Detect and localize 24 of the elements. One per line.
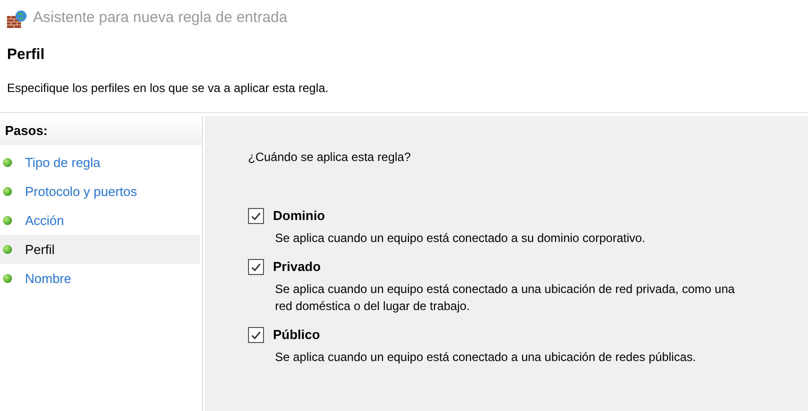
check-icon xyxy=(250,329,262,341)
step-item[interactable]: Nombre xyxy=(0,264,200,293)
status-dot-icon xyxy=(3,274,12,283)
profile-checkbox[interactable]: Dominio xyxy=(248,206,808,226)
step-item[interactable]: Acción xyxy=(0,206,200,235)
page-title: Perfil xyxy=(7,46,46,64)
page-subtitle: Especifique los perfiles en los que se va a aplicar esta regla. xyxy=(7,80,330,97)
window-title: Asistente para nueva regla de entrada xyxy=(33,8,288,28)
profile-description: Se aplica cuando un equipo está conectado a una ubicación de red privada, como una red doméstica o del lugar de trabajo. xyxy=(275,281,736,315)
profile-checkbox[interactable]: Privado xyxy=(248,257,808,277)
check-icon xyxy=(250,210,262,222)
step-item[interactable]: Protocolo y puertos xyxy=(0,177,200,206)
status-dot-icon xyxy=(3,158,12,167)
status-dot-icon xyxy=(3,245,12,254)
profile-checkbox[interactable]: Público xyxy=(248,325,808,345)
check-icon xyxy=(250,261,262,273)
firewall-icon xyxy=(7,10,27,28)
question-text: ¿Cuándo se aplica esta regla? xyxy=(248,149,412,166)
step-item[interactable]: Tipo de regla xyxy=(0,148,200,177)
profile-description: Se aplica cuando un equipo está conectado a una ubicación de redes públicas. xyxy=(275,349,697,366)
profile-description: Se aplica cuando un equipo está conectado a su dominio corporativo. xyxy=(275,230,646,247)
status-dot-icon xyxy=(3,216,12,225)
status-dot-icon xyxy=(3,187,12,196)
step-item[interactable]: Perfil xyxy=(0,235,200,264)
